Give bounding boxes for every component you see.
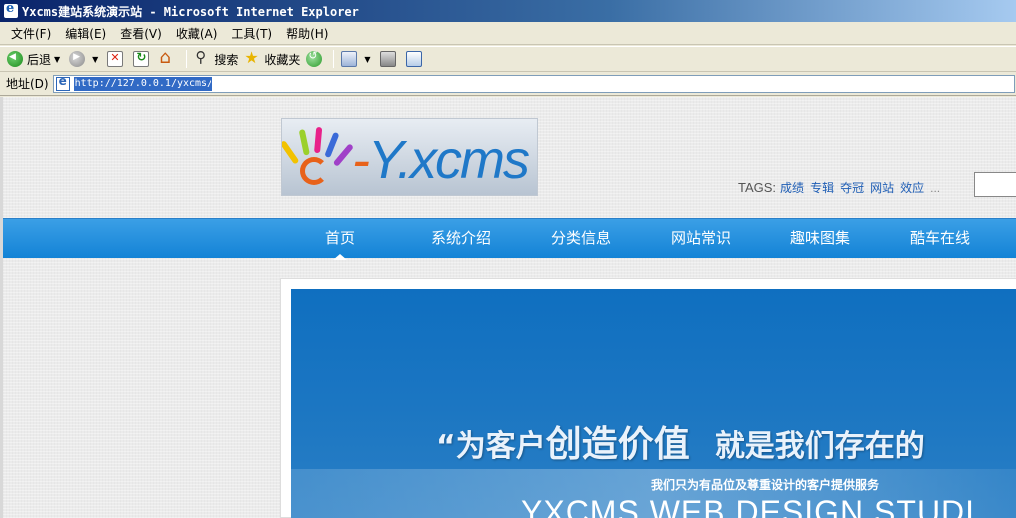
window-titlebar: Yxcms建站系统演示站 - Microsoft Internet Explor… [0, 0, 1016, 22]
nav-fun-gallery[interactable]: 趣味图集 [780, 219, 860, 259]
ie-icon [4, 1, 18, 18]
search-icon [194, 48, 210, 67]
nav-web-knowledge[interactable]: 网站常识 [661, 219, 741, 259]
nav-cool-cars[interactable]: 酷车在线 [900, 219, 980, 259]
back-label: 后退 [27, 52, 52, 67]
page-edge [0, 97, 3, 518]
tag-link[interactable]: 夺冠 [840, 179, 864, 196]
tag-link[interactable]: 网站 [870, 179, 894, 196]
mail-icon [341, 51, 358, 67]
history-icon [306, 49, 323, 67]
forward-arrow-icon [69, 51, 86, 67]
nav-system-intro[interactable]: 系统介绍 [421, 219, 501, 259]
address-label: 地址(D) [6, 77, 49, 91]
menu-help[interactable]: 帮助(H) [279, 25, 335, 42]
banner-studio-text: YXCMS WEB DESIGN STUDI [521, 494, 976, 518]
url-input[interactable] [73, 76, 212, 91]
home-icon [159, 47, 175, 68]
refresh-icon [133, 50, 150, 67]
printer-icon [379, 51, 396, 67]
search-label: 搜索 [214, 52, 239, 67]
edit-page-icon [405, 51, 422, 67]
home-button[interactable] [156, 47, 182, 70]
nav-home[interactable]: 首页 [314, 219, 366, 260]
favorites-label: 收藏夹 [264, 52, 301, 67]
tags-label: TAGS: [738, 180, 777, 195]
menu-edit[interactable]: 编辑(E) [58, 25, 113, 42]
banner-subtitle: 我们只为有品位及尊重设计的客户提供服务 [651, 478, 880, 492]
mail-dropdown-icon[interactable]: ▼ [364, 55, 370, 64]
print-button[interactable] [377, 48, 403, 70]
stop-button[interactable] [104, 48, 130, 70]
forward-button[interactable]: ▼ [66, 48, 104, 70]
back-dropdown-icon[interactable]: ▼ [54, 55, 60, 64]
toolbar-separator [333, 50, 335, 68]
window-title: Yxcms建站系统演示站 - Microsoft Internet Explor… [22, 4, 359, 19]
tags-bar: TAGS: 成绩 专辑 夺冠 网站 效应 ... [738, 179, 940, 196]
tag-link[interactable]: 效应 [900, 179, 924, 196]
address-field[interactable] [52, 74, 1015, 93]
banner-slogan: “为客户创造价值 就是我们存在的 [436, 424, 925, 465]
logo-wordmark: -Y.xcms [352, 130, 530, 190]
page-icon [55, 74, 70, 91]
edit-button[interactable] [403, 48, 429, 70]
back-arrow-icon [7, 51, 23, 67]
back-button[interactable]: 后退 ▼ [4, 48, 66, 70]
site-search-input[interactable] [974, 172, 1016, 197]
mail-button[interactable]: ▼ [338, 48, 376, 70]
search-button[interactable]: 搜索 [191, 48, 241, 70]
tag-link[interactable]: 专辑 [810, 179, 834, 196]
favorites-button[interactable]: 收藏夹 [241, 48, 303, 70]
refresh-button[interactable] [130, 48, 156, 70]
tag-link[interactable]: 成绩 [780, 179, 804, 196]
menu-file[interactable]: 文件(F) [4, 25, 58, 42]
toolbar: 后退 ▼ ▼ 搜索 收藏夹 ▼ [0, 46, 1016, 72]
hero-banner[interactable]: “为客户创造价值 就是我们存在的 我们只为有品位及尊重设计的客户提供服务 YXC… [291, 289, 1016, 518]
stop-icon [107, 51, 124, 67]
history-button[interactable] [303, 48, 329, 70]
web-page: -Y.xcms TAGS: 成绩 专辑 夺冠 网站 效应 ... 首页 系统介绍… [0, 97, 1016, 518]
menu-bar: 文件(F) 编辑(E) 查看(V) 收藏(A) 工具(T) 帮助(H) [0, 22, 1016, 45]
logo-swirl-icon [300, 157, 328, 185]
menu-favorites[interactable]: 收藏(A) [169, 25, 225, 42]
menu-tools[interactable]: 工具(T) [224, 25, 279, 42]
tags-more: ... [930, 181, 941, 195]
site-logo[interactable]: -Y.xcms [281, 118, 538, 196]
nav-category-info[interactable]: 分类信息 [541, 219, 621, 259]
address-bar: 地址(D) [0, 72, 1016, 96]
forward-dropdown-icon[interactable]: ▼ [92, 55, 98, 64]
star-icon [244, 48, 260, 67]
menu-view[interactable]: 查看(V) [113, 25, 169, 42]
toolbar-separator [186, 50, 188, 68]
site-nav: 首页 系统介绍 分类信息 网站常识 趣味图集 酷车在线 [3, 218, 1016, 260]
